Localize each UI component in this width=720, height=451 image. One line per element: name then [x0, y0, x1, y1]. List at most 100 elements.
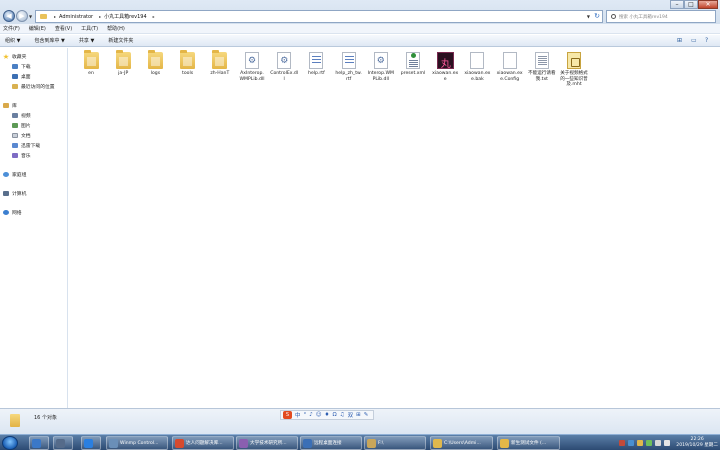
file-item[interactable]: ControlEx.dll [270, 52, 298, 82]
menu-view[interactable]: 查看(V) [55, 25, 72, 32]
nav-desktop[interactable]: 桌面 [12, 72, 31, 81]
desktop-icon [12, 74, 18, 79]
taskbar-button[interactable]: 达人问题解决库... [172, 436, 234, 450]
menu-tools[interactable]: 工具(T) [81, 25, 98, 32]
xml-file-icon [406, 52, 420, 69]
file-item[interactable]: logs [141, 50, 169, 77]
share-button[interactable]: 共享 ▼ [79, 37, 94, 44]
nav-pictures[interactable]: 图片 [12, 121, 31, 130]
nav-label: 网络 [12, 211, 22, 216]
file-item[interactable]: AxInterop.WMPLib.dll [238, 52, 266, 82]
nav-documents[interactable]: 文档 [12, 131, 31, 140]
nav-label: 图片 [21, 124, 31, 129]
taskbar-button[interactable] [53, 436, 73, 450]
nav-network[interactable]: 网络 [3, 208, 22, 217]
nav-thunder-downloads[interactable]: 迅雷下载 [12, 141, 40, 150]
taskbar-button-label: 新生测试文件 (... [511, 441, 547, 446]
tray-app-icon[interactable] [637, 440, 644, 446]
ime-handwriting-icon[interactable]: ✎ [364, 412, 369, 418]
ime-skin-icon[interactable]: ♦ [325, 412, 330, 418]
app-icon [367, 439, 376, 448]
taskbar-button[interactable]: F:\ [364, 436, 426, 450]
ime-music-icon[interactable]: ♫ [340, 412, 345, 418]
file-item[interactable]: ja-JP [109, 50, 137, 77]
clock[interactable]: 22:26 2019/10/29 星期二 [676, 437, 718, 449]
menu-edit[interactable]: 编辑(E) [29, 25, 46, 32]
ime-language-toggle[interactable]: 中 [295, 411, 301, 419]
folder-icon [40, 14, 47, 19]
file-item[interactable]: xiaowan.exe.Config [496, 52, 524, 82]
ime-punctuation-icon[interactable]: ° [304, 412, 307, 418]
file-item[interactable]: zh-HanT [206, 50, 234, 77]
ime-symbols-icon[interactable]: Ω [332, 412, 336, 418]
file-item[interactable]: Interop.WMPLib.dll [367, 52, 395, 82]
menu-help[interactable]: 帮助(H) [107, 25, 125, 32]
change-view-icon[interactable]: ⊞ [677, 37, 686, 44]
file-item[interactable]: xiaowan.exe.bak [463, 52, 491, 82]
breadcrumb-chevron-icon[interactable]: ▸ [54, 14, 56, 19]
taskbar-button[interactable]: 大学技术研究所... [236, 436, 298, 450]
folder-file-icon [83, 50, 99, 69]
sogou-ime-icon[interactable]: S [283, 411, 292, 419]
nav-videos[interactable]: 视频 [12, 111, 31, 120]
tray-app-icon[interactable] [628, 440, 635, 446]
breadcrumb-chevron-icon[interactable]: ▸ [99, 14, 101, 19]
file-item[interactable]: help_zh_tw.rtf [335, 52, 363, 82]
taskbar-button[interactable]: C:\Users\Admi... [430, 436, 493, 450]
help-icon[interactable]: ? [705, 37, 714, 44]
ime-toolbox-icon[interactable]: ⊞ [356, 412, 361, 418]
start-button[interactable] [2, 436, 18, 450]
ime-double-pinyin-toggle[interactable]: 双 [348, 411, 354, 419]
file-item[interactable]: preset.xml [399, 52, 427, 77]
volume-icon[interactable] [664, 440, 671, 446]
nav-label: 下载 [21, 65, 31, 70]
preview-pane-icon[interactable]: ▭ [691, 37, 700, 44]
maximize-button[interactable]: □ [684, 0, 698, 9]
nav-homegroup[interactable]: 家庭组 [3, 170, 26, 179]
minimize-button[interactable]: – [670, 0, 684, 9]
nav-libraries[interactable]: 库 [3, 101, 17, 110]
ime-emoji-icon[interactable]: ☺ [316, 412, 322, 418]
forward-arrow-icon[interactable]: ▶ [16, 10, 28, 22]
organize-button[interactable]: 组织 ▼ [5, 37, 20, 44]
taskbar-button[interactable] [81, 436, 101, 450]
recent-pages-chevron-down-icon[interactable]: ▼ [29, 14, 34, 19]
app-icon [175, 439, 184, 448]
download-folder-icon [12, 64, 18, 69]
menu-bar: 文件(F) 编辑(E) 查看(V) 工具(T) 帮助(H) [0, 24, 720, 34]
file-name: tools [182, 71, 194, 76]
nav-label: 文档 [21, 134, 31, 139]
nav-recent-places[interactable]: 最近访问的位置 [12, 82, 55, 91]
nav-music[interactable]: 音乐 [12, 151, 31, 160]
new-folder-button[interactable]: 新建文件夹 [108, 37, 133, 44]
network-status-icon[interactable] [655, 440, 662, 446]
tray-app-icon[interactable] [619, 440, 626, 446]
taskbar-button[interactable]: 远程桌面连接 [300, 436, 362, 450]
file-item[interactable]: help.rtf [302, 52, 330, 77]
nav-favorites[interactable]: 收藏夹 [3, 52, 26, 61]
ime-voice-icon[interactable]: ♪ [309, 412, 313, 418]
breadcrumb-chevron-icon[interactable]: ▸ [153, 14, 155, 19]
include-in-library-button[interactable]: 包含到库中 ▼ [34, 37, 64, 44]
file-item[interactable]: xiaowan.exe [431, 52, 459, 82]
file-item[interactable]: 不能运行请看我.txt [528, 52, 556, 82]
breadcrumb-administrator[interactable]: Administrator [59, 14, 93, 20]
nav-downloads[interactable]: 下载 [12, 62, 31, 71]
back-arrow-icon[interactable]: ◀ [3, 10, 15, 22]
refresh-icon[interactable]: ↻ [594, 13, 600, 20]
search-input[interactable]: 搜索 小丸工具箱rev194 [606, 10, 716, 23]
taskbar-button[interactable] [29, 436, 49, 450]
file-item[interactable]: tools [174, 50, 202, 77]
tray-app-icon[interactable] [646, 440, 653, 446]
file-item[interactable]: 关于视频格式的一些知识普及.mht [560, 52, 588, 88]
address-history-chevron-down-icon[interactable]: ▼ [587, 14, 590, 19]
nav-computer[interactable]: 计算机 [3, 189, 26, 198]
address-bar[interactable]: ▸ Administrator ▸ 小丸工具箱rev194 ▸ ▼ ↻ [35, 10, 603, 23]
taskbar-button[interactable]: 新生测试文件 (... [497, 436, 560, 450]
search-placeholder: 搜索 小丸工具箱rev194 [619, 14, 668, 20]
file-item[interactable]: en [77, 50, 105, 77]
close-button[interactable]: ✕ [698, 0, 718, 9]
menu-file[interactable]: 文件(F) [3, 25, 20, 32]
taskbar-button[interactable]: Winmp Control... [106, 436, 168, 450]
breadcrumb-current-folder[interactable]: 小丸工具箱rev194 [104, 13, 147, 20]
